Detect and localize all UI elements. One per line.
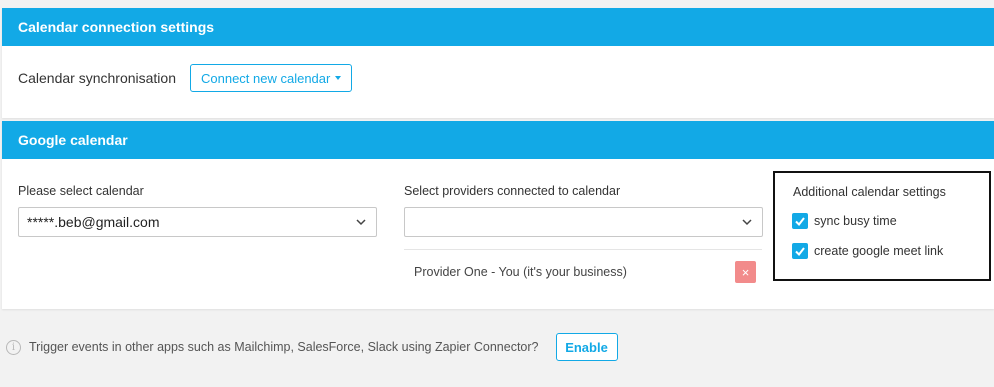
chevron-down-icon: [742, 219, 752, 226]
google-calendar-panel: Google calendar Please select calendar *…: [2, 121, 994, 309]
sync-busy-time-label: sync busy time: [814, 214, 897, 228]
additional-settings-box: Additional calendar settings sync busy t…: [773, 171, 991, 281]
checkbox-checked[interactable]: [792, 243, 808, 259]
check-icon: [795, 247, 805, 257]
provider-list-item: Provider One - You (it's your business) …: [404, 249, 762, 293]
additional-settings-title: Additional calendar settings: [793, 185, 946, 199]
provider-name: Provider One - You (it's your business): [414, 264, 627, 279]
providers-select-label: Select providers connected to calendar: [404, 184, 621, 198]
sync-row: Calendar synchronisation Connect new cal…: [18, 64, 353, 92]
sync-busy-time-option[interactable]: sync busy time: [792, 213, 897, 229]
chevron-down-icon: [356, 219, 366, 226]
providers-select[interactable]: [404, 207, 763, 237]
connect-calendar-button[interactable]: Connect new calendar: [189, 64, 353, 92]
sync-label: Calendar synchronisation: [18, 70, 176, 86]
calendar-connection-panel: Calendar connection settings Calendar sy…: [2, 8, 994, 118]
close-icon: ×: [741, 264, 750, 280]
calendar-select[interactable]: *****.beb@gmail.com: [18, 207, 377, 237]
google-meet-link-label: create google meet link: [814, 244, 944, 258]
zapier-prompt-text: Trigger events in other apps such as Mai…: [29, 340, 539, 354]
info-icon: i: [6, 339, 21, 355]
panel-title: Calendar connection settings: [2, 8, 994, 46]
connect-calendar-label: Connect new calendar: [200, 70, 331, 86]
panel-title: Google calendar: [2, 121, 994, 159]
enable-button[interactable]: Enable: [555, 333, 618, 361]
check-icon: [795, 217, 805, 227]
checkbox-checked[interactable]: [792, 213, 808, 229]
caret-down-icon: [335, 76, 342, 80]
zapier-footer: i Trigger events in other apps such as M…: [6, 333, 618, 361]
calendar-select-label: Please select calendar: [18, 184, 144, 198]
remove-provider-button[interactable]: ×: [735, 261, 756, 283]
calendar-select-value: *****.beb@gmail.com: [27, 214, 160, 230]
google-meet-link-option[interactable]: create google meet link: [792, 243, 943, 259]
